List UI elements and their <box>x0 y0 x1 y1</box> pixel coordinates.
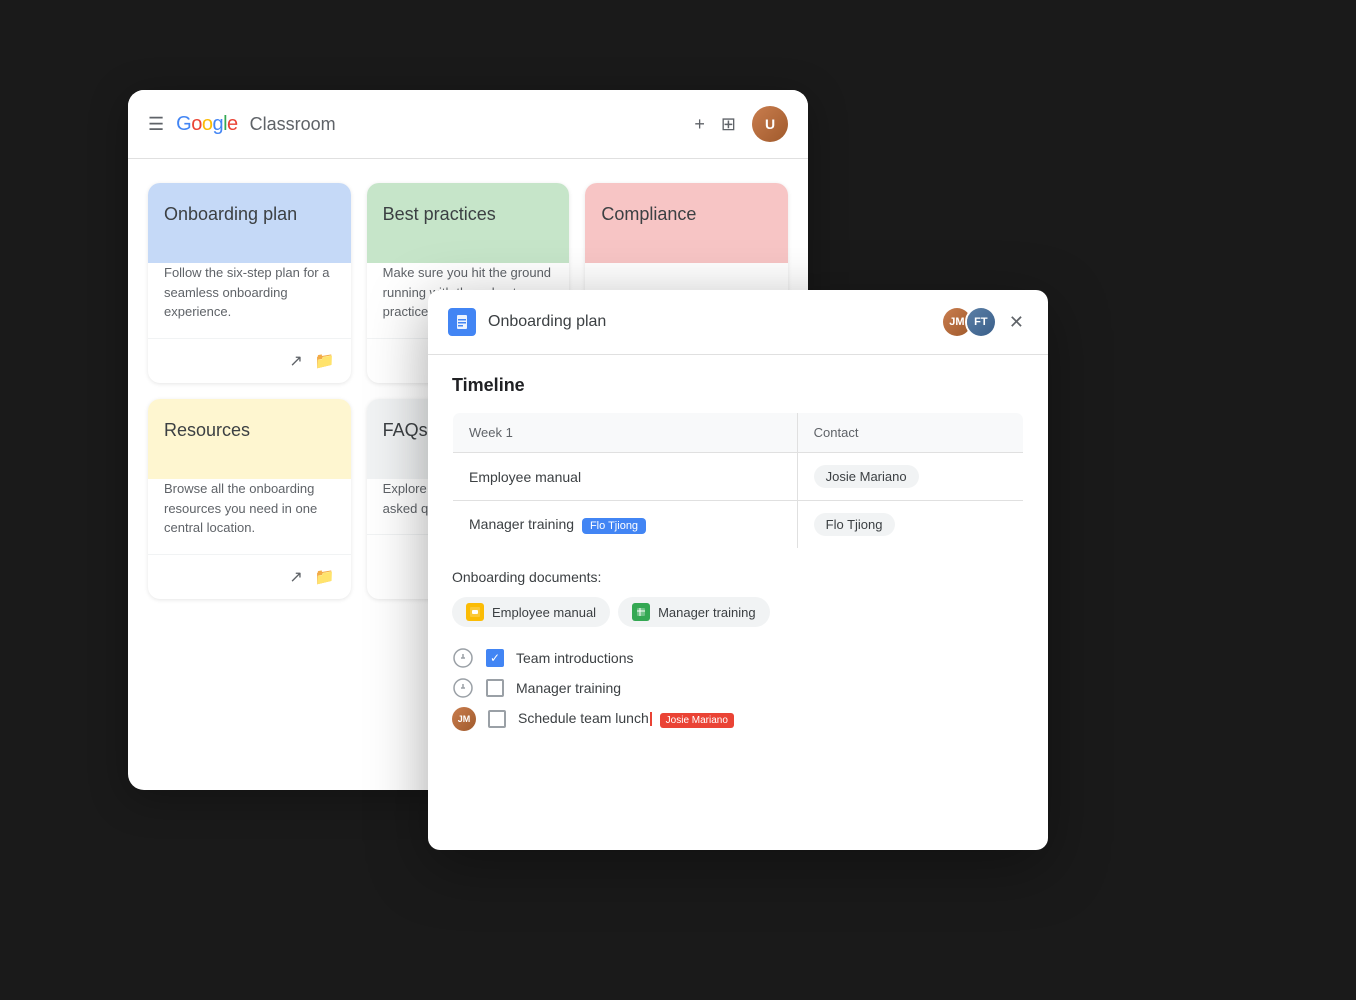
documents-section: Onboarding documents: Employee manual <box>452 569 1024 627</box>
card-onboarding-header: Onboarding plan <box>148 183 351 263</box>
task-text-1: Team introductions <box>516 650 634 666</box>
employee-manual-chip[interactable]: Employee manual <box>452 597 610 627</box>
card-onboarding-plan[interactable]: Onboarding plan Follow the six-step plan… <box>148 183 351 383</box>
card-best-practices-title: Best practices <box>383 204 496 224</box>
task-add-icon-2 <box>452 677 474 699</box>
timeline-table: Week 1 Contact Employee manual Josie Mar… <box>452 412 1024 549</box>
flo-chip[interactable]: Flo Tjiong <box>814 513 895 536</box>
slides-icon <box>466 603 484 621</box>
card-resources-footer: ↗ 📁 <box>148 554 351 599</box>
table-cell-flo: Flo Tjiong <box>797 501 1023 549</box>
modal-header-right: JM FT ✕ <box>941 306 1028 338</box>
card-compliance-body <box>585 263 788 279</box>
user-avatar[interactable]: U <box>752 106 788 142</box>
plus-icon[interactable]: + <box>694 114 705 135</box>
card-resources-body: Browse all the onboarding resources you … <box>148 479 351 554</box>
task-text-3: Schedule team lunch Josie Mariano <box>518 710 734 728</box>
card-compliance-title: Compliance <box>601 204 696 224</box>
collaborators-avatars: JM FT <box>941 306 997 338</box>
hamburger-icon[interactable]: ☰ <box>148 114 164 135</box>
modal-header-left: Onboarding plan <box>448 308 606 336</box>
card-onboarding-footer: ↗ 📁 <box>148 338 351 383</box>
docs-label: Onboarding documents: <box>452 569 1024 585</box>
card-resources-desc: Browse all the onboarding resources you … <box>164 479 335 538</box>
manager-training-label: Manager training <box>658 605 756 620</box>
card-faqs-title: FAQs <box>383 420 428 440</box>
google-logo: Google <box>176 113 238 136</box>
folder-icon[interactable]: 📁 <box>315 351 335 371</box>
google-docs-icon <box>448 308 476 336</box>
table-row-employee-manual: Employee manual Josie Mariano <box>453 453 1024 501</box>
close-button[interactable]: ✕ <box>1005 308 1028 337</box>
josie-cursor <box>650 712 652 726</box>
modal-title: Onboarding plan <box>488 313 606 331</box>
checkbox-checked-1[interactable]: ✓ <box>486 649 504 667</box>
employee-manual-label: Employee manual <box>492 605 596 620</box>
grid-icon[interactable]: ⊞ <box>721 114 736 135</box>
table-cell-employee-manual: Employee manual <box>453 453 798 501</box>
card-compliance-header: Compliance <box>585 183 788 263</box>
modal-content: Timeline Week 1 Contact Employee manual … <box>428 355 1048 850</box>
card-resources-header: Resources <box>148 399 351 479</box>
task-row-schedule-lunch: JM Schedule team lunch Josie Mariano <box>452 707 1024 731</box>
table-header-contact: Contact <box>797 413 1023 453</box>
avatar-image: U <box>752 106 788 142</box>
task-row-manager-training: Manager training <box>452 677 1024 699</box>
table-header-week: Week 1 <box>453 413 798 453</box>
sheets-icon <box>632 603 650 621</box>
checkbox-empty-2[interactable] <box>486 679 504 697</box>
trend-icon[interactable]: ↗ <box>289 351 302 371</box>
checkbox-empty-3[interactable] <box>488 710 506 728</box>
header-left: ☰ Google Classroom <box>148 113 336 136</box>
table-cell-josie: Josie Mariano <box>797 453 1023 501</box>
classroom-header: ☰ Google Classroom + ⊞ U <box>128 90 808 159</box>
task-avatar-josie: JM <box>452 707 476 731</box>
collaborator-avatar-2: FT <box>965 306 997 338</box>
table-row-manager-training: Manager training Flo Tjiong Flo Tjiong <box>453 501 1024 549</box>
trend-icon-3[interactable]: ↗ <box>289 567 302 587</box>
card-onboarding-desc: Follow the six-step plan for a seamless … <box>164 263 335 322</box>
onboarding-modal: Onboarding plan JM FT ✕ Timeline <box>428 290 1048 850</box>
app-name: Classroom <box>250 114 336 135</box>
card-resources[interactable]: Resources Browse all the onboarding reso… <box>148 399 351 599</box>
tasks-section: ✓ Team introductions Manager training <box>452 647 1024 731</box>
header-right: + ⊞ U <box>694 106 788 142</box>
task-text-2: Manager training <box>516 680 621 696</box>
folder-icon-3[interactable]: 📁 <box>315 567 335 587</box>
josie-chip[interactable]: Josie Mariano <box>814 465 919 488</box>
card-best-practices-header: Best practices <box>367 183 570 263</box>
task-avatar-area-3: JM <box>452 707 476 731</box>
timeline-section-title: Timeline <box>452 375 1024 396</box>
table-cell-manager-training: Manager training Flo Tjiong <box>453 501 798 549</box>
manager-training-chip[interactable]: Manager training <box>618 597 770 627</box>
card-onboarding-title: Onboarding plan <box>164 204 297 224</box>
card-resources-title: Resources <box>164 420 250 440</box>
task-row-team-intros: ✓ Team introductions <box>452 647 1024 669</box>
flo-cursor-tooltip: Flo Tjiong <box>582 518 646 534</box>
task-add-icon-1 <box>452 647 474 669</box>
docs-chips: Employee manual Manager training <box>452 597 1024 627</box>
task-icon-area-2 <box>452 677 474 699</box>
modal-header: Onboarding plan JM FT ✕ <box>428 290 1048 355</box>
card-onboarding-body: Follow the six-step plan for a seamless … <box>148 263 351 338</box>
task-icon-area-1 <box>452 647 474 669</box>
josie-cursor-label: Josie Mariano <box>660 713 734 728</box>
